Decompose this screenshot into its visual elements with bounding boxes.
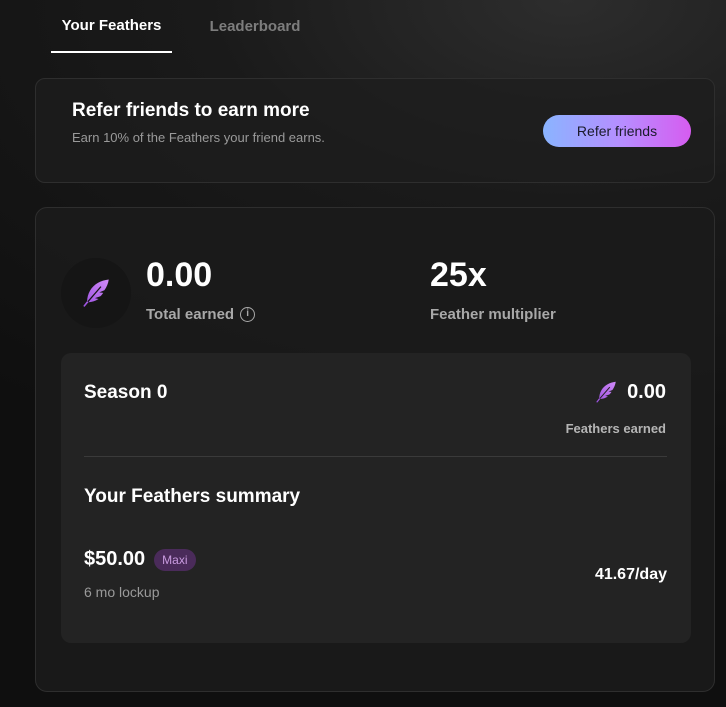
season-title: Season 0 [84, 382, 168, 403]
tab-leaderboard[interactable]: Leaderboard [190, 0, 320, 53]
season-feathers: 0.00 [593, 379, 666, 405]
tab-bar: Your Feathers Leaderboard [51, 0, 320, 53]
summary-title: Your Feathers summary [84, 486, 301, 507]
refer-title: Refer friends to earn more [72, 100, 310, 121]
season-card: Season 0 0.00 Feathers earned Your Feath… [61, 353, 691, 643]
summary-amount: $50.00 [84, 548, 146, 570]
total-earned-label: Total earned [146, 306, 235, 323]
summary-amount-row: $50.00 Maxi [84, 548, 196, 571]
refer-subtitle: Earn 10% of the Feathers your friend ear… [72, 130, 325, 145]
multiplier-value: 25x [430, 256, 487, 294]
total-earned-value: 0.00 [146, 256, 213, 294]
refer-friends-button[interactable]: Refer friends [543, 115, 691, 147]
season-feathers-label: Feathers earned [565, 421, 666, 436]
tier-badge: Maxi [154, 548, 196, 571]
summary-lockup: 6 mo lockup [84, 584, 160, 600]
multiplier-label: Feather multiplier [430, 306, 556, 323]
tab-your-feathers[interactable]: Your Feathers [51, 0, 172, 53]
info-icon[interactable]: i [240, 307, 256, 322]
divider [84, 456, 667, 457]
feathers-card: 0.00 Total earned i 25x Feather multipli… [35, 207, 715, 692]
feather-avatar [61, 258, 131, 328]
feather-icon [596, 381, 616, 403]
summary-rate: 41.67/day [594, 566, 667, 583]
season-feathers-value: 0.00 [627, 380, 666, 403]
refer-card: Refer friends to earn more Earn 10% of t… [35, 78, 715, 183]
feather-icon [83, 279, 109, 307]
total-earned-label-row: Total earned i [146, 306, 256, 323]
